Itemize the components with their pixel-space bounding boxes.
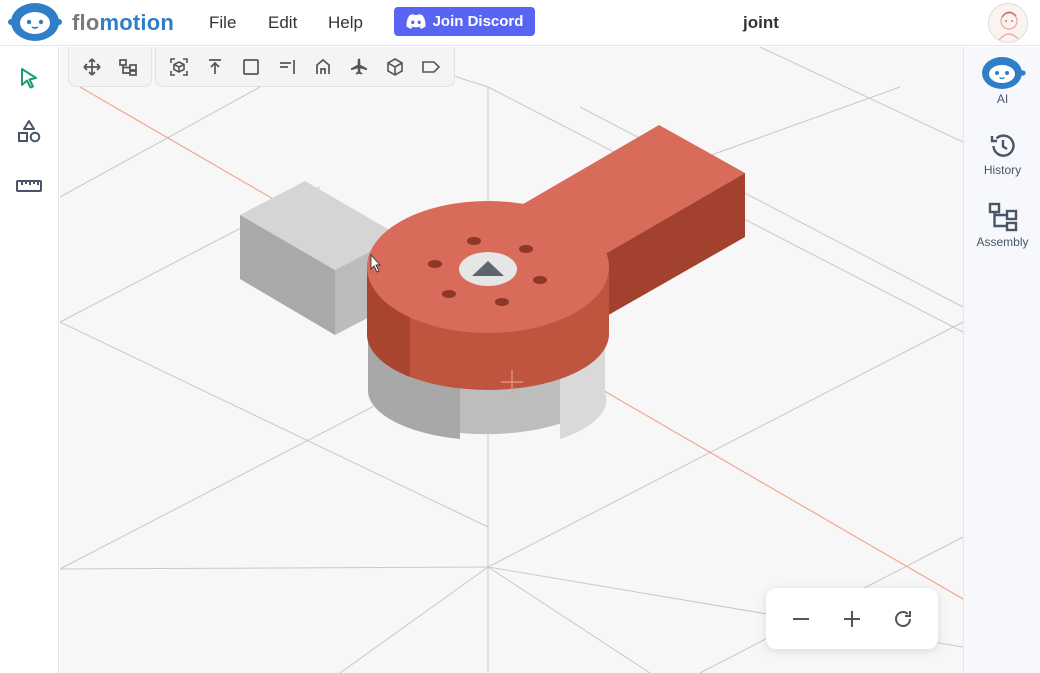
zoom-in-button[interactable] <box>833 600 871 638</box>
3d-viewport[interactable] <box>60 47 963 673</box>
view-front-icon <box>243 58 259 75</box>
brand-prefix: flo <box>72 10 100 35</box>
join-discord-label: Join Discord <box>432 13 524 30</box>
select-tool-button[interactable] <box>12 61 46 95</box>
move-icon <box>83 57 101 76</box>
robot-icon <box>981 57 1026 89</box>
assembly-panel-button[interactable]: Assembly <box>964 201 1040 249</box>
transform-toolbar <box>68 47 152 87</box>
zoom-in-icon <box>843 610 860 627</box>
discord-icon <box>406 14 426 29</box>
join-discord-button[interactable]: Join Discord <box>394 7 535 36</box>
history-panel-label: History <box>983 163 1022 177</box>
history-panel-button[interactable]: History <box>964 131 1040 177</box>
fit-view-icon <box>170 57 188 76</box>
view-right-icon <box>280 59 295 74</box>
tag-icon <box>422 60 441 73</box>
left-toolbar <box>0 47 59 673</box>
menu-edit[interactable]: Edit <box>268 13 297 33</box>
view-plane-button[interactable] <box>342 50 376 84</box>
document-title: joint <box>743 13 779 32</box>
zoom-controls <box>766 588 938 649</box>
view-isometric-icon <box>387 57 403 76</box>
zoom-out-button[interactable] <box>782 600 820 638</box>
red-cylinder-part[interactable] <box>366 201 609 390</box>
view-toolbar <box>155 47 455 87</box>
hierarchy-button[interactable] <box>111 50 145 84</box>
user-avatar[interactable] <box>988 3 1028 43</box>
ai-panel-button[interactable]: AI <box>964 56 1040 106</box>
screw-hole-2 <box>519 245 533 253</box>
top-bar: flomotion File Edit Help Join Discord jo… <box>0 0 1040 46</box>
screw-hole-6 <box>495 298 509 306</box>
reset-view-icon <box>894 610 911 627</box>
screw-hole-4 <box>533 276 547 284</box>
view-home-icon <box>316 58 330 74</box>
menu-file[interactable]: File <box>209 13 236 33</box>
assembly-icon <box>988 202 1017 232</box>
view-right-button[interactable] <box>270 50 304 84</box>
shapes-icon <box>18 120 41 143</box>
view-front-button[interactable] <box>234 50 268 84</box>
robot-logo-icon[interactable] <box>8 2 62 42</box>
select-cursor-icon <box>21 68 37 89</box>
move-button[interactable] <box>75 50 109 84</box>
screw-hole-5 <box>442 290 456 298</box>
menu-help[interactable]: Help <box>328 13 363 33</box>
view-top-button[interactable] <box>198 50 232 84</box>
ruler-icon <box>16 180 42 192</box>
zoom-out-icon <box>793 617 810 620</box>
brand-name: flomotion <box>72 10 174 36</box>
reset-view-button[interactable] <box>884 600 922 638</box>
right-panel: AI History Assembly <box>963 47 1040 673</box>
fit-view-button[interactable] <box>162 50 196 84</box>
scene-canvas[interactable] <box>60 47 963 673</box>
view-top-icon <box>209 58 221 74</box>
view-plane-icon <box>351 58 367 74</box>
history-icon <box>990 134 1015 157</box>
screw-hole-3 <box>428 260 442 268</box>
avatar-illustration-icon <box>998 11 1020 41</box>
view-home-button[interactable] <box>306 50 340 84</box>
measure-tool-button[interactable] <box>12 169 46 203</box>
brand-suffix: motion <box>99 10 174 35</box>
assembly-panel-label: Assembly <box>976 235 1029 249</box>
ai-panel-label: AI <box>996 92 1009 106</box>
shapes-tool-button[interactable] <box>12 115 46 149</box>
tag-button[interactable] <box>414 50 448 84</box>
hierarchy-icon <box>119 58 137 76</box>
screw-hole-1 <box>467 237 481 245</box>
view-isometric-button[interactable] <box>378 50 412 84</box>
